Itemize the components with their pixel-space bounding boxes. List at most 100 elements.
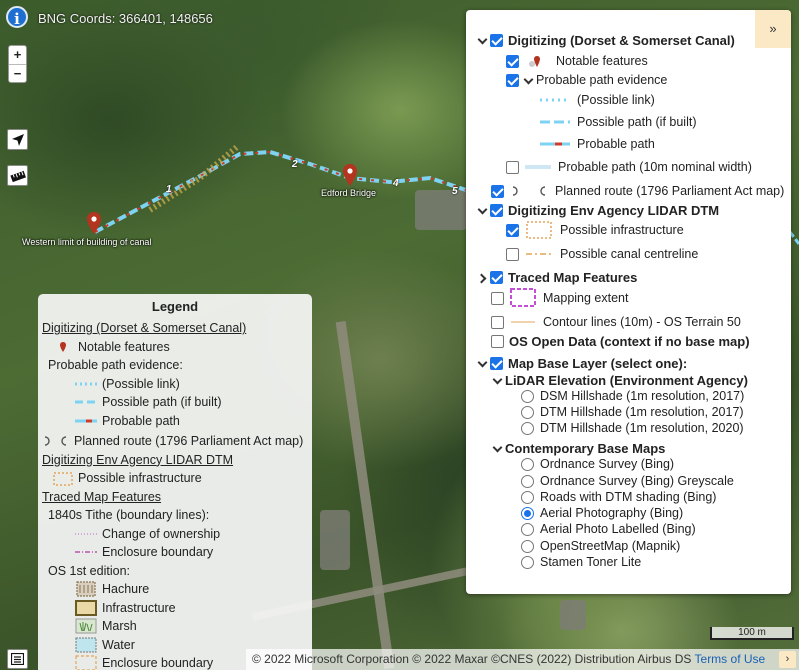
layer-probable-path-10m[interactable]: Probable path (10m nominal width) bbox=[506, 158, 752, 176]
map-marker-icon[interactable] bbox=[343, 164, 357, 186]
chevron-down-icon[interactable] bbox=[493, 376, 502, 385]
base-option-stamen[interactable]: Stamen Toner Lite bbox=[521, 553, 641, 571]
checkbox[interactable] bbox=[491, 315, 504, 329]
layer-contours[interactable]: Contour lines (10m) - OS Terrain 50 bbox=[491, 313, 741, 331]
locate-button[interactable] bbox=[7, 129, 28, 150]
legend-label: Hachure bbox=[102, 582, 150, 597]
legend-label: Water bbox=[102, 637, 135, 652]
base-option-dtm-2020[interactable]: DTM Hillshade (1m resolution, 2020) bbox=[521, 419, 744, 437]
layer-mapping-extent[interactable]: Mapping extent bbox=[491, 288, 628, 307]
layer-possible-infra[interactable]: Possible infrastructure bbox=[506, 221, 684, 239]
legend-label: Infrastructure bbox=[102, 600, 176, 615]
layer-label: Probable path bbox=[577, 137, 655, 151]
terms-of-use-link[interactable]: Terms of Use bbox=[695, 652, 766, 666]
radio[interactable] bbox=[521, 555, 534, 569]
checkbox[interactable] bbox=[506, 223, 519, 237]
option-label: Ordnance Survey (Bing) Greyscale bbox=[540, 474, 734, 488]
checkbox[interactable] bbox=[490, 356, 503, 370]
legend-heading: Traced Map Features bbox=[42, 489, 162, 504]
checkbox[interactable] bbox=[491, 184, 504, 198]
legend-label: Enclosure boundary bbox=[102, 545, 214, 560]
radio[interactable] bbox=[521, 490, 534, 504]
legend-item: Planned route (1796 Parliament Act map) bbox=[42, 432, 308, 451]
checkbox[interactable] bbox=[491, 291, 504, 305]
solid-line-symbol bbox=[74, 415, 98, 427]
radio[interactable] bbox=[521, 539, 534, 553]
legend-label: OS 1st edition: bbox=[48, 563, 130, 578]
chevron-down-icon[interactable] bbox=[478, 36, 487, 45]
layer-notable[interactable]: Notable features bbox=[506, 52, 648, 70]
base-option-os-bing[interactable]: Ordnance Survey (Bing) bbox=[521, 455, 674, 473]
checkbox[interactable] bbox=[506, 160, 519, 174]
legend-label: Marsh bbox=[102, 619, 137, 634]
layer-label: (Possible link) bbox=[577, 93, 655, 107]
radio-selected[interactable] bbox=[521, 506, 534, 520]
option-label: Ordnance Survey (Bing) bbox=[540, 457, 675, 471]
layer-planned-route[interactable]: Planned route (1796 Parliament Act map) bbox=[491, 182, 784, 200]
checkbox[interactable] bbox=[491, 334, 504, 348]
route-number: 4 bbox=[393, 178, 399, 189]
map-label-western-limit: Western limit of building of canal bbox=[22, 237, 152, 247]
radio[interactable] bbox=[521, 522, 534, 536]
layer-label: Traced Map Features bbox=[508, 269, 638, 285]
layer-ea-lidar[interactable]: Digitizing Env Agency LIDAR DTM bbox=[478, 201, 719, 219]
ruler-icon bbox=[9, 170, 26, 182]
chevron-down-icon[interactable] bbox=[478, 359, 487, 368]
layer-probable-evidence[interactable]: Probable path evidence bbox=[506, 71, 667, 89]
chevron-down-icon[interactable] bbox=[524, 76, 533, 85]
attribution-text: © 2022 Microsoft Corporation © 2022 Maxa… bbox=[252, 652, 692, 666]
legend-label: Possible path (if built) bbox=[102, 395, 222, 410]
info-icon[interactable]: i bbox=[6, 6, 28, 28]
radio[interactable] bbox=[521, 389, 534, 403]
layer-label: Digitizing (Dorset & Somerset Canal) bbox=[508, 32, 735, 48]
radio[interactable] bbox=[521, 405, 534, 419]
legend-item: OS 1st edition: bbox=[42, 562, 308, 581]
attribution-toggle-button[interactable]: › bbox=[779, 651, 796, 668]
checkbox[interactable] bbox=[506, 54, 519, 68]
legend-section: Digitizing (Dorset & Somerset Canal) bbox=[42, 319, 308, 338]
collapse-layers-button[interactable]: » bbox=[755, 10, 791, 48]
layer-digitizing[interactable]: Digitizing (Dorset & Somerset Canal) bbox=[478, 31, 735, 49]
list-icon bbox=[11, 653, 24, 665]
planned-route-symbol bbox=[42, 435, 70, 447]
layer-canal-centreline[interactable]: Possible canal centreline bbox=[506, 245, 698, 263]
zoom-in-button[interactable]: + bbox=[9, 46, 26, 64]
layer-traced[interactable]: Traced Map Features bbox=[478, 268, 637, 286]
chevron-down-icon[interactable] bbox=[493, 444, 502, 453]
layer-label: OS Open Data (context if no base map) bbox=[509, 333, 750, 349]
legend-item: Probable path bbox=[42, 412, 308, 431]
layer-os-open[interactable]: OS Open Data (context if no base map) bbox=[491, 332, 750, 350]
checkbox[interactable] bbox=[490, 33, 503, 47]
legend-label: Change of ownership bbox=[102, 526, 221, 541]
option-label: Roads with DTM shading (Bing) bbox=[540, 490, 717, 504]
layer-base[interactable]: Map Base Layer (select one): bbox=[478, 354, 687, 372]
route-number: 5 bbox=[452, 186, 458, 197]
checkbox[interactable] bbox=[490, 203, 503, 217]
legend-label: Enclosure boundary bbox=[102, 656, 214, 670]
legend-heading: Digitizing Env Agency LIDAR DTM bbox=[42, 452, 234, 467]
wide-line-symbol bbox=[524, 161, 552, 173]
hachure-symbol bbox=[74, 581, 98, 597]
base-option-aerial-labelled[interactable]: Aerial Photo Labelled (Bing) bbox=[521, 520, 696, 538]
scale-bar: 100 m bbox=[710, 627, 794, 640]
chevron-right-icon[interactable] bbox=[478, 273, 487, 282]
radio[interactable] bbox=[521, 474, 534, 488]
dashed-line-symbol bbox=[74, 396, 98, 408]
zoom-out-button[interactable]: − bbox=[9, 64, 26, 82]
legend-item: Enclosure boundary bbox=[42, 543, 308, 562]
measure-button[interactable] bbox=[7, 165, 28, 186]
legend-label: Probable path bbox=[102, 413, 180, 428]
map-marker-icon[interactable] bbox=[87, 212, 101, 234]
radio[interactable] bbox=[521, 457, 534, 471]
dotted-line-symbol bbox=[74, 528, 98, 540]
legend-toggle-button[interactable] bbox=[7, 649, 28, 669]
checkbox[interactable] bbox=[506, 73, 519, 87]
checkbox[interactable] bbox=[506, 247, 519, 261]
radio[interactable] bbox=[521, 421, 534, 435]
legend-title: Legend bbox=[151, 299, 199, 314]
legend-label: Possible infrastructure bbox=[78, 471, 202, 486]
checkbox[interactable] bbox=[490, 270, 503, 284]
chevron-down-icon[interactable] bbox=[478, 206, 487, 215]
layer-label: Map Base Layer (select one): bbox=[508, 355, 688, 371]
option-label: Stamen Toner Lite bbox=[540, 555, 642, 569]
